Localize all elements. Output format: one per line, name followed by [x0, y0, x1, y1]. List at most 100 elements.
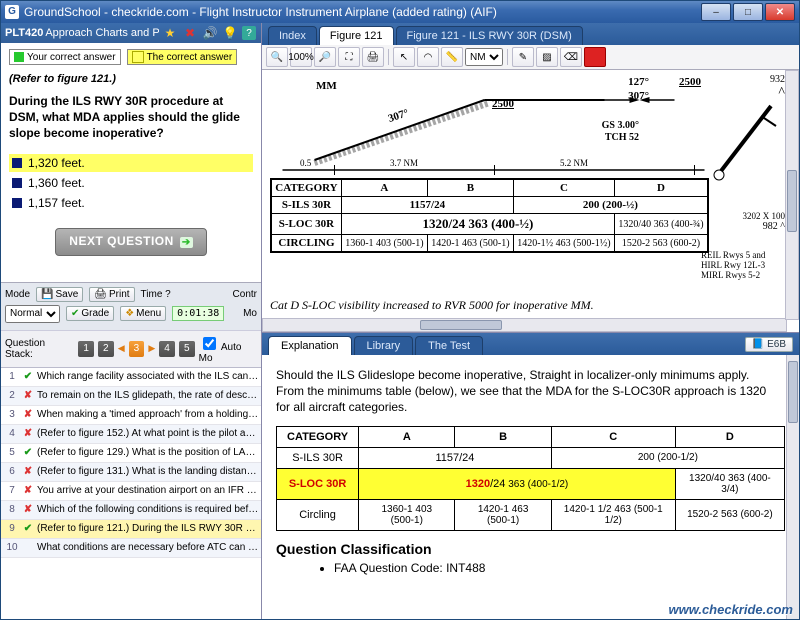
menu-icon: ❖ — [125, 308, 134, 319]
menu-button[interactable]: ❖Menu — [120, 306, 166, 321]
close-button[interactable]: ✕ — [765, 3, 795, 21]
cross-icon: ✘ — [21, 485, 35, 496]
explanation-tabs: Explanation Library The Test 📘 E6B — [262, 333, 799, 355]
dist-3: 5.2 NM — [560, 158, 588, 168]
explanation-scrollbar[interactable] — [786, 355, 799, 619]
figure-scrollbar-horizontal[interactable] — [262, 318, 787, 332]
stack-nav-prev[interactable]: ◀ — [118, 343, 125, 354]
protractor-icon[interactable]: ◠ — [417, 47, 439, 67]
course-in: 307° — [628, 90, 649, 102]
zoom-in-icon[interactable]: 🔎 — [314, 47, 336, 67]
figure-viewport[interactable]: MM 307° 2500 127° 307° 2500 GS 3.00° TCH… — [262, 70, 799, 333]
highlight-icon[interactable]: ▨ — [536, 47, 558, 67]
maximize-button[interactable]: □ — [733, 3, 763, 21]
minimize-button[interactable]: – — [701, 3, 731, 21]
stack-label: Question Stack: — [5, 338, 74, 360]
answer-option-2[interactable]: 1,360 feet. — [9, 174, 253, 192]
cross-icon: ✘ — [21, 466, 35, 477]
tab-figure-121-ils[interactable]: Figure 121 - ILS RWY 30R (DSM) — [396, 26, 583, 45]
favorite-icon[interactable]: ★ — [162, 25, 178, 41]
zoom-100-button[interactable]: 100% — [290, 47, 312, 67]
approach-profile: MM 307° 2500 127° 307° 2500 GS 3.00° TCH… — [270, 70, 709, 178]
alt-hold: 2500 — [679, 76, 701, 88]
answer-option-1[interactable]: 1,320 feet. — [9, 154, 253, 172]
alt-step: 2500 — [492, 98, 514, 110]
stack-nav-next[interactable]: ▶ — [148, 343, 155, 354]
stack-page-5[interactable]: 5 — [179, 341, 195, 357]
question-header: PLT420 Approach Charts and Procedures ★ … — [1, 23, 261, 43]
stack-page-4[interactable]: 4 — [159, 341, 175, 357]
question-list-row[interactable]: 7✘You arrive at your destination airport… — [1, 482, 261, 501]
units-select[interactable]: NM — [465, 48, 503, 66]
question-list-row[interactable]: 3✘When making a 'timed approach' from a … — [1, 406, 261, 425]
mm-label: MM — [316, 80, 337, 92]
minimums-grid: CATEGORYABCD S-ILS 30R1157/24200 (200-½)… — [270, 178, 709, 253]
question-list-row[interactable]: 1✔Which range facility associated with t… — [1, 368, 261, 387]
legend-correct-answer: The correct answer — [127, 49, 238, 65]
question-panel: Your correct answer The correct answer (… — [1, 43, 261, 282]
tab-figure-121[interactable]: Figure 121 — [319, 26, 394, 45]
next-question-button[interactable]: NEXT QUESTION — [55, 228, 207, 256]
check-icon: ✔ — [21, 523, 35, 534]
question-list-row[interactable]: 10What conditions are necessary before A… — [1, 539, 261, 558]
zoom-out-icon[interactable]: 🔍 — [266, 47, 288, 67]
dist-2: 3.7 NM — [390, 158, 418, 168]
stack-page-2[interactable]: 2 — [98, 341, 114, 357]
tch-label: TCH 52 — [605, 132, 639, 143]
check-icon: ✔ — [71, 308, 79, 319]
cross-icon: ✘ — [21, 409, 35, 420]
print-button[interactable]: 🖨Print — [89, 287, 134, 302]
question-list-row[interactable]: 4✘(Refer to figure 152.) At what point i… — [1, 425, 261, 444]
auto-checkbox[interactable]: Auto Mo — [199, 334, 257, 364]
print-figure-icon[interactable]: 🖨 — [362, 47, 384, 67]
faa-code-bullet: FAA Question Code: INT488 — [334, 561, 785, 575]
question-list-row[interactable]: 9✔(Refer to figure 121.) During the ILS … — [1, 520, 261, 539]
classification-heading: Question Classification — [276, 541, 785, 557]
course-out: 127° — [628, 76, 649, 88]
tab-explanation[interactable]: Explanation — [268, 336, 352, 355]
airport-diagram-fragment: 932 ^ 3202 X 100 982 ^ REIL Rwys 5 and H… — [701, 74, 785, 280]
save-icon: 💾 — [41, 289, 53, 300]
e6b-button[interactable]: 📘 E6B — [745, 337, 793, 352]
fit-icon[interactable]: ⛶ — [338, 47, 360, 67]
audio-icon[interactable]: 🔊 — [202, 25, 218, 41]
question-reference: (Refer to figure 121.) — [9, 73, 253, 85]
question-list-row[interactable]: 5✔(Refer to figure 129.) What is the pos… — [1, 444, 261, 463]
color-icon[interactable] — [584, 47, 606, 67]
tab-the-test[interactable]: The Test — [415, 336, 483, 355]
legend-your-answer: Your correct answer — [9, 49, 121, 65]
question-stack-bar: Question Stack: 1 2 ◀ 3 ▶ 4 5 Auto Mo — [1, 330, 261, 367]
save-button[interactable]: 💾Save — [36, 287, 83, 302]
question-list-row[interactable]: 8✘Which of the following conditions is r… — [1, 501, 261, 520]
question-list-row[interactable]: 2✘To remain on the ILS glidepath, the ra… — [1, 387, 261, 406]
ruler-icon[interactable]: 📏 — [441, 47, 463, 67]
answer-option-3[interactable]: 1,157 feet. — [9, 194, 253, 212]
lightbulb-icon[interactable]: 💡 — [222, 25, 238, 41]
explanation-text: Should the ILS Glideslope become inopera… — [276, 367, 773, 416]
controls-panel: Mode 💾Save 🖨Print Time ? Contr Normal ✔G… — [1, 282, 261, 330]
flag-icon[interactable]: ✖ — [182, 25, 198, 41]
stack-page-3[interactable]: 3 — [129, 341, 145, 357]
window-title: GroundSchool - checkride.com - Flight In… — [24, 5, 497, 19]
figure-scrollbar-vertical[interactable] — [785, 70, 799, 320]
print-icon: 🖨 — [94, 289, 107, 300]
grade-button[interactable]: ✔Grade — [66, 306, 114, 321]
pointer-icon[interactable]: ↖ — [393, 47, 415, 67]
cross-icon: ✘ — [21, 390, 35, 401]
explanation-pane[interactable]: Should the ILS Glideslope become inopera… — [262, 355, 799, 619]
tab-index[interactable]: Index — [268, 26, 317, 45]
dist-1: 0.5 — [300, 158, 311, 168]
sketch-icon[interactable]: ✎ — [512, 47, 534, 67]
question-list-row[interactable]: 6✘(Refer to figure 131.) What is the lan… — [1, 463, 261, 482]
question-list[interactable]: 1✔Which range facility associated with t… — [1, 367, 261, 619]
gs-label: GS 3.00° — [602, 120, 639, 131]
tab-library[interactable]: Library — [354, 336, 414, 355]
titlebar: G GroundSchool - checkride.com - Flight … — [1, 1, 799, 23]
check-icon: ✔ — [21, 447, 35, 458]
help-icon[interactable]: ? — [242, 26, 256, 40]
mode-select[interactable]: Normal — [5, 305, 60, 323]
answer-legend: Your correct answer The correct answer — [9, 49, 253, 65]
stack-page-1[interactable]: 1 — [78, 341, 94, 357]
erase-icon[interactable]: ⌫ — [560, 47, 582, 67]
cross-icon: ✘ — [21, 504, 35, 515]
